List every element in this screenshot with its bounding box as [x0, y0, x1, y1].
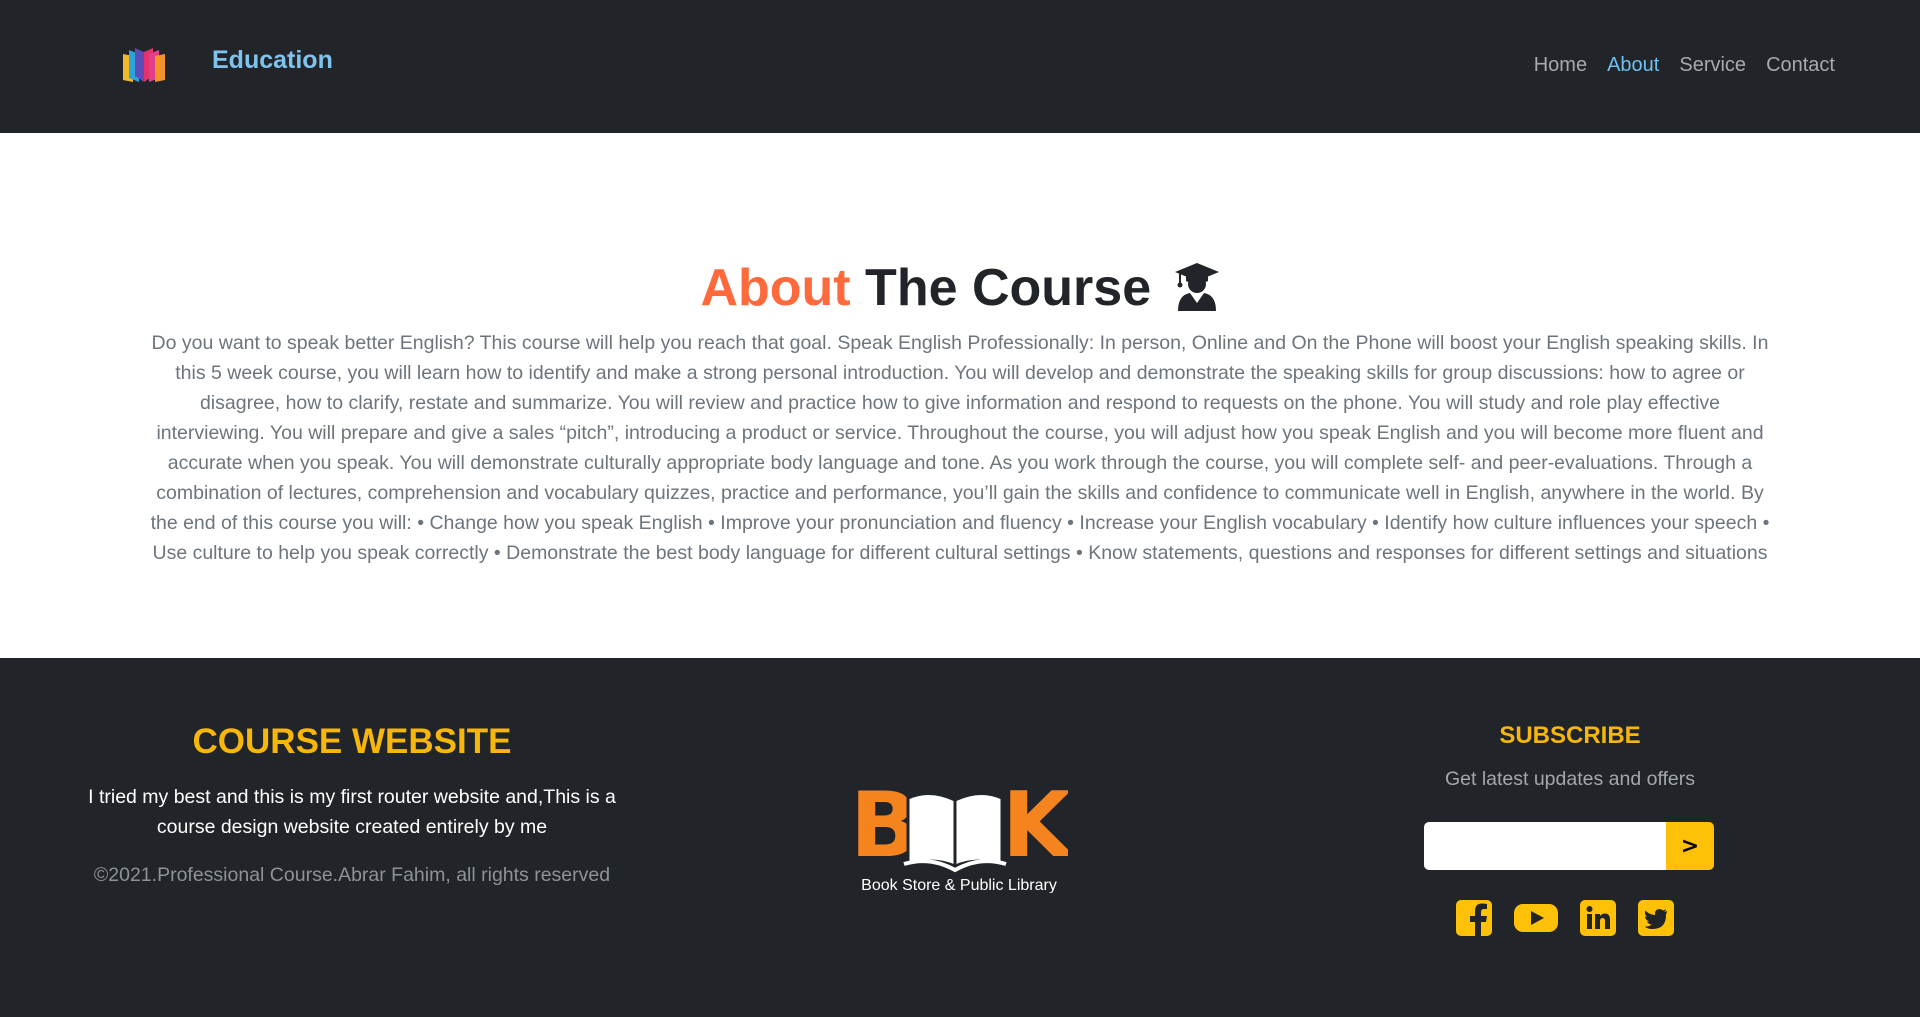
logo-tagline: Book Store & Public Library [861, 877, 1057, 893]
about-title-rest: The Course [850, 259, 1152, 317]
brand-name[interactable]: Education [212, 46, 333, 75]
navbar: Education Home About Service Contact [0, 0, 1920, 133]
subscribe-email-input[interactable] [1424, 822, 1666, 870]
graduate-user-icon [1174, 263, 1219, 311]
about-title-accent: About [700, 259, 851, 317]
about-title: About The Course [0, 258, 1920, 318]
subscribe-title: SUBSCRIBE [1499, 722, 1641, 749]
facebook-icon[interactable] [1456, 900, 1492, 936]
nav-link-home[interactable]: Home [1534, 54, 1587, 77]
about-section: About The Course Do you want to speak be… [0, 133, 1920, 658]
footer: COURSE WEBSITE I tried my best and this … [0, 658, 1920, 1017]
nav-link-service[interactable]: Service [1679, 54, 1746, 77]
nav-link-about[interactable]: About [1607, 54, 1659, 77]
nav-link-contact[interactable]: Contact [1766, 54, 1835, 77]
footer-copyright: ©2021.Professional Course.Abrar Fahim, a… [93, 864, 611, 886]
footer-about-column: COURSE WEBSITE I tried my best and this … [70, 658, 634, 887]
footer-title: COURSE WEBSITE [192, 722, 512, 761]
youtube-icon[interactable] [1514, 900, 1558, 936]
footer-subscribe-column: SUBSCRIBE Get latest updates and offers … [1420, 658, 1720, 936]
subscribe-button[interactable]: > [1666, 822, 1714, 870]
social-links [1456, 900, 1674, 936]
about-description: Do you want to speak better English? Thi… [150, 332, 1770, 564]
footer-description: I tried my best and this is my first rou… [88, 786, 616, 838]
logo-letter-k: K [1002, 778, 1068, 878]
book-store-logo: B K Book Store & Public Library [850, 778, 1068, 893]
colorful-book-icon[interactable] [121, 46, 167, 84]
subscribe-form: > [1424, 822, 1714, 870]
subscribe-text: Get latest updates and offers [1444, 768, 1696, 790]
twitter-icon[interactable] [1638, 900, 1674, 936]
linkedin-icon[interactable] [1580, 900, 1616, 936]
nav-links: Home About Service Contact [1534, 54, 1835, 77]
